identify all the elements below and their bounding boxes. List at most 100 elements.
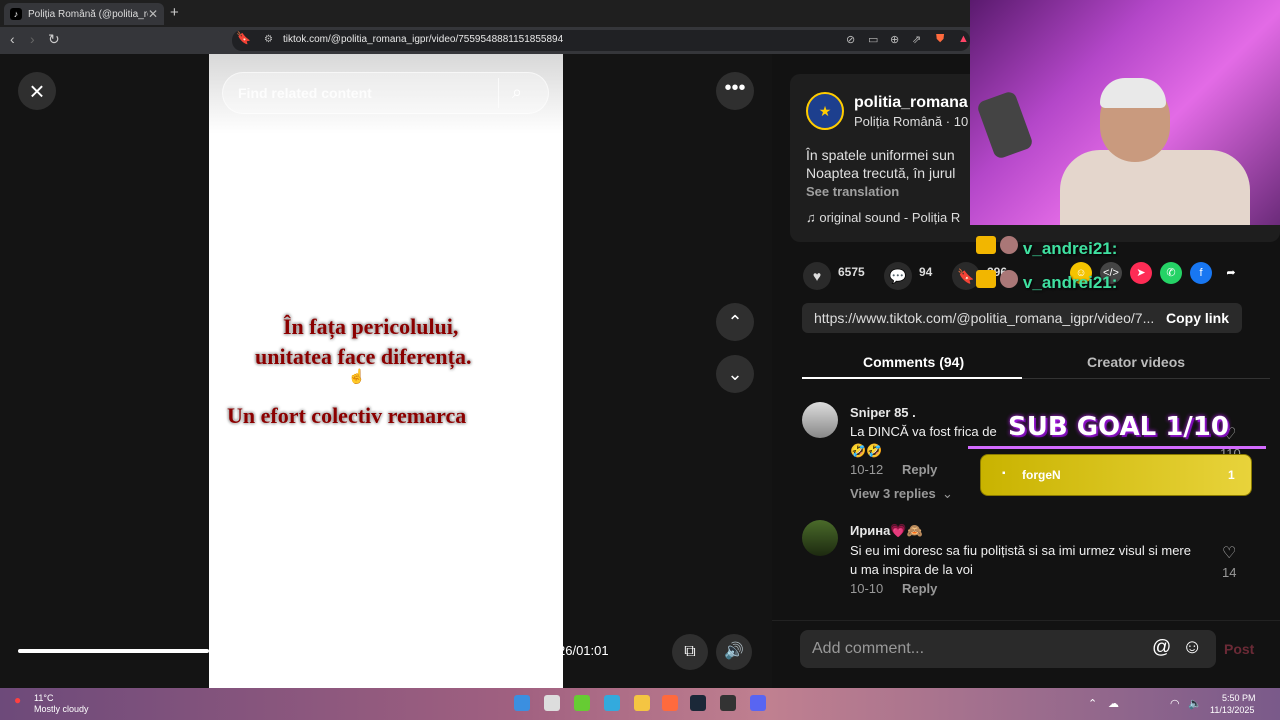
emoji-icon[interactable]: ☺ bbox=[1182, 636, 1202, 659]
comment-author[interactable]: Ирина💗🙈 bbox=[850, 523, 923, 539]
comment-text: Si eu imi doresc sa fiu polițistă si sa … bbox=[850, 543, 1191, 558]
view-replies-button[interactable]: View 3 replies bbox=[850, 486, 936, 501]
sub-goal-title: SUB GOAL 1/10 bbox=[1008, 412, 1229, 442]
file-explorer-icon[interactable] bbox=[634, 695, 650, 711]
weather-description[interactable]: Mostly cloudy bbox=[34, 704, 89, 714]
weather-temperature[interactable]: 11°C bbox=[34, 693, 53, 703]
comment-text-continued: u ma inspira de la voi bbox=[850, 562, 973, 577]
next-video-button[interactable]: ⌄ bbox=[716, 355, 754, 393]
terminal-icon[interactable] bbox=[720, 695, 736, 711]
browser-tab[interactable]: ♪ Poliția Română (@politia_rom ✕ bbox=[4, 3, 164, 25]
goal-count: 1 bbox=[1228, 468, 1235, 482]
video-link-text[interactable]: https://www.tiktok.com/@politia_romana_i… bbox=[814, 310, 1154, 326]
goal-user-icon: ▪ bbox=[1002, 468, 1006, 479]
see-translation-link[interactable]: See translation bbox=[806, 184, 899, 199]
brave-rewards-icon[interactable]: ▲ bbox=[958, 33, 969, 45]
comment-date: 10-10 bbox=[850, 581, 884, 596]
chevron-down-icon: ⌄ bbox=[942, 486, 953, 501]
mention-icon[interactable]: @ bbox=[1152, 637, 1171, 659]
post-description-line-1: În spatele uniformei sun bbox=[806, 147, 955, 163]
creator-nickname: Poliția Română · 10 bbox=[854, 114, 969, 129]
new-tab-button[interactable]: + bbox=[170, 4, 179, 21]
comment-placeholder[interactable]: Add comment... bbox=[812, 640, 924, 658]
steam-icon[interactable] bbox=[690, 695, 706, 711]
zoom-icon[interactable]: ⊕ bbox=[890, 33, 899, 46]
comment-avatar[interactable] bbox=[802, 402, 838, 438]
comment-avatar[interactable] bbox=[802, 520, 838, 556]
brave-taskbar-icon[interactable] bbox=[662, 695, 678, 711]
clock-date[interactable]: 11/13/2025 bbox=[1210, 705, 1254, 715]
comment-author[interactable]: Sniper 85 . bbox=[850, 405, 916, 420]
post-description-line-2: Noaptea trecută, în jurul bbox=[806, 165, 956, 181]
edge-icon[interactable] bbox=[604, 695, 620, 711]
video-caption-line-1: În fața pericolului, bbox=[283, 314, 459, 339]
back-icon[interactable]: ‹ bbox=[10, 31, 15, 47]
floating-player-icon[interactable]: ⧉ bbox=[672, 634, 708, 670]
tiktok-favicon-icon: ♪ bbox=[10, 8, 22, 20]
reload-icon[interactable]: ↻ bbox=[48, 31, 60, 48]
start-icon[interactable] bbox=[514, 695, 530, 711]
close-video-button[interactable]: × bbox=[18, 72, 56, 110]
url-text[interactable]: tiktok.com/@politia_romana_igpr/video/75… bbox=[283, 34, 563, 45]
music-note-icon: ♫ bbox=[806, 210, 820, 225]
cast-icon[interactable]: ▭ bbox=[868, 33, 878, 46]
video-caption-line-3: Un efort colectiv remarca bbox=[227, 403, 467, 428]
crown-badge-icon bbox=[976, 236, 996, 254]
webcam-streamer-body bbox=[1060, 150, 1250, 225]
search-icon[interactable]: ⌕ bbox=[512, 82, 522, 103]
comment-icon[interactable]: 💬 bbox=[884, 262, 912, 290]
brave-shield-icon[interactable]: ⛊ bbox=[936, 33, 944, 46]
video-progress-bar[interactable] bbox=[18, 649, 209, 653]
facebook-icon[interactable]: f bbox=[1190, 262, 1212, 284]
chat-username: v_andrei21: bbox=[1022, 239, 1118, 258]
comment-like-icon[interactable]: ♡ bbox=[1222, 543, 1236, 563]
site-info-icon[interactable]: ⚙ bbox=[264, 34, 273, 45]
clock-time[interactable]: 5:50 PM bbox=[1222, 693, 1256, 703]
comment-reply-button[interactable]: Reply bbox=[902, 462, 937, 477]
wifi-icon[interactable]: ◠ bbox=[1170, 697, 1180, 710]
tab-title: Poliția Română (@politia_rom bbox=[28, 8, 148, 20]
whatsapp-icon[interactable]: ✆ bbox=[1160, 262, 1182, 284]
active-tab-indicator bbox=[802, 377, 1022, 379]
webcam-streamer-cap bbox=[1100, 78, 1166, 108]
tab-creator-videos[interactable]: Creator videos bbox=[1087, 354, 1185, 370]
discord-icon[interactable] bbox=[750, 695, 766, 711]
bookmark-icon[interactable]: 🔖 bbox=[236, 31, 251, 45]
comment-text: La DINCĂ va fost frica de bbox=[850, 424, 997, 439]
more-options-button[interactable]: ••• bbox=[716, 72, 754, 110]
emote-badge-icon bbox=[1000, 236, 1019, 254]
chevron-up-icon[interactable]: ⌃ bbox=[1088, 697, 1097, 710]
tab-comments[interactable]: Comments (94) bbox=[863, 354, 964, 370]
comment-emoji: 🤣🤣 bbox=[850, 443, 883, 458]
speaker-icon[interactable]: 🔈 bbox=[1188, 697, 1202, 710]
like-icon[interactable]: ♥ bbox=[803, 262, 831, 290]
creator-username[interactable]: politia_romana bbox=[854, 94, 968, 112]
comment-date: 10-12 bbox=[850, 462, 884, 477]
forward-icon[interactable]: › bbox=[30, 31, 35, 47]
goal-username: forgeN bbox=[1022, 468, 1061, 482]
weather-icon[interactable]: ● bbox=[14, 693, 21, 707]
share-page-icon[interactable]: ⇗ bbox=[912, 33, 921, 46]
post-comment-button[interactable]: Post bbox=[1224, 641, 1254, 657]
app-icon[interactable] bbox=[574, 695, 590, 711]
chat-username: v_andrei21: bbox=[1022, 273, 1118, 292]
close-tab-icon[interactable]: ✕ bbox=[148, 7, 158, 21]
video-time: 26/01:01 bbox=[558, 643, 609, 658]
share-arrow-icon[interactable]: ➦ bbox=[1220, 262, 1242, 284]
search-divider bbox=[498, 78, 499, 108]
tracking-off-icon[interactable]: ⊘ bbox=[846, 33, 855, 46]
send-to-friends-icon[interactable]: ➤ bbox=[1130, 262, 1152, 284]
comment-like-count: 14 bbox=[1222, 565, 1237, 580]
volume-icon[interactable]: 🔊 bbox=[716, 634, 752, 670]
hand-cursor-icon: ☝ bbox=[348, 368, 366, 384]
search-taskbar-icon[interactable] bbox=[544, 695, 560, 711]
network-icon[interactable]: ☁ bbox=[1108, 697, 1119, 710]
previous-video-button[interactable]: ⌃ bbox=[716, 303, 754, 341]
creator-avatar[interactable]: ★ bbox=[806, 92, 844, 130]
copy-link-button[interactable]: Copy link bbox=[1166, 310, 1229, 326]
crown-badge-icon bbox=[976, 270, 996, 288]
original-sound-link[interactable]: ♫ original sound - Poliția R bbox=[806, 210, 960, 225]
related-search-input[interactable]: Find related content bbox=[238, 85, 372, 101]
comment-reply-button[interactable]: Reply bbox=[902, 581, 937, 596]
video-player[interactable] bbox=[209, 54, 563, 688]
